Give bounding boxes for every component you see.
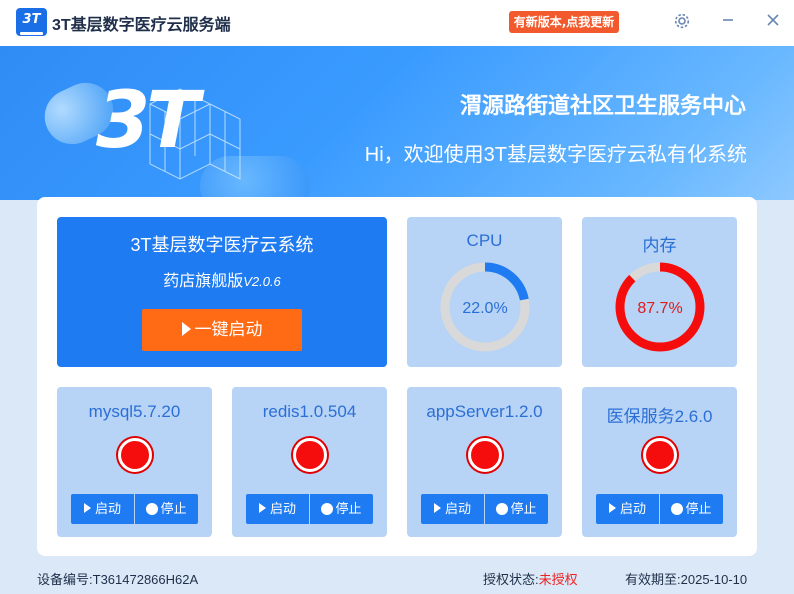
service-controls: 启动 停止 <box>71 494 198 524</box>
cpu-gauge-panel: CPU 22.0% <box>407 217 562 367</box>
device-id: 设备编号:T361472866H62A <box>37 569 198 588</box>
close-icon[interactable] <box>763 12 783 32</box>
minimize-icon[interactable] <box>718 12 738 32</box>
license-label: 授权状态: <box>483 572 539 587</box>
stop-label: 停止 <box>160 501 187 516</box>
start-button[interactable]: 启动 <box>421 494 484 524</box>
play-icon <box>258 503 266 513</box>
play-icon <box>83 503 91 513</box>
stop-icon <box>671 503 684 515</box>
start-button[interactable]: 启动 <box>596 494 659 524</box>
version-label: V2.0.6 <box>243 274 281 289</box>
edition-name: 药店旗舰版 <box>163 273 244 290</box>
service-name: redis1.0.504 <box>262 402 357 421</box>
title-bar: 3T 3T基层数字医疗云服务端 有新版本,点我更新 <box>0 0 794 46</box>
service-name: 医保服务2.6.0 <box>606 407 713 426</box>
expiry-label: 有效期至: <box>625 572 681 587</box>
expiry-date-value: 2025-10-10 <box>680 572 748 587</box>
play-icon <box>433 503 441 513</box>
stop-button[interactable]: 停止 <box>485 494 548 524</box>
license-status-value: 未授权 <box>538 572 578 587</box>
gauge-value: 22.0% <box>462 300 507 317</box>
stop-icon <box>321 503 334 515</box>
stop-icon <box>146 503 159 515</box>
cpu-gauge: 22.0% <box>440 262 530 352</box>
gauge-label: CPU <box>466 231 503 250</box>
stop-icon <box>496 503 509 515</box>
start-label: 启动 <box>94 501 121 516</box>
status-indicator <box>643 438 677 472</box>
launch-panel: 3T基层数字医疗云系统 药店旗舰版V2.0.6 一键启动 <box>57 217 387 367</box>
one-click-start-button[interactable]: 一键启动 <box>142 309 302 351</box>
gauge-value: 87.7% <box>637 300 682 317</box>
start-button[interactable]: 启动 <box>71 494 134 524</box>
center-name: 渭源路街道社区卫生服务中心 <box>459 93 746 118</box>
edition-label: 药店旗舰版V2.0.6 <box>57 267 387 291</box>
start-label: 启动 <box>444 501 471 516</box>
service-panel-redis: redis1.0.504 启动 停止 <box>232 387 387 537</box>
expiry-date: 有效期至:2025-10-10 <box>625 569 747 588</box>
start-label: 启动 <box>619 501 646 516</box>
play-icon <box>181 322 191 336</box>
stop-button[interactable]: 停止 <box>135 494 198 524</box>
app-logo: 3T <box>16 8 47 36</box>
system-name: 3T基层数字医疗云系统 <box>130 235 314 255</box>
start-button[interactable]: 启动 <box>246 494 309 524</box>
device-label: 设备编号: <box>37 572 93 587</box>
service-panel-medical-insurance: 医保服务2.6.0 启动 停止 <box>582 387 737 537</box>
stop-label: 停止 <box>335 501 362 516</box>
service-name: mysql5.7.20 <box>88 402 181 421</box>
play-icon <box>608 503 616 513</box>
stop-label: 停止 <box>685 501 712 516</box>
status-indicator <box>118 438 152 472</box>
welcome-message: Hi，欢迎使用3T基层数字医疗云私有化系统 <box>364 144 747 166</box>
memory-gauge-panel: 内存 87.7% <box>582 217 737 367</box>
update-button[interactable]: 有新版本,点我更新 <box>509 11 619 33</box>
service-controls: 启动 停止 <box>596 494 723 524</box>
device-id-value: T361472866H62A <box>92 572 199 587</box>
stop-button[interactable]: 停止 <box>660 494 723 524</box>
stop-label: 停止 <box>510 501 537 516</box>
service-name: appServer1.2.0 <box>426 402 543 421</box>
service-controls: 启动 停止 <box>421 494 548 524</box>
service-panel-mysql: mysql5.7.20 启动 停止 <box>57 387 212 537</box>
memory-gauge: 87.7% <box>615 262 705 352</box>
hero-logo: 3T <box>96 76 200 166</box>
service-panel-appserver: appServer1.2.0 启动 停止 <box>407 387 562 537</box>
start-label: 启动 <box>269 501 296 516</box>
gear-icon[interactable] <box>672 12 692 32</box>
stop-button[interactable]: 停止 <box>310 494 373 524</box>
service-controls: 启动 停止 <box>246 494 373 524</box>
status-indicator <box>468 438 502 472</box>
start-button-label: 一键启动 <box>194 320 263 339</box>
license-status: 授权状态:未授权 <box>483 569 578 588</box>
app-title: 3T基层数字医疗云服务端 <box>52 17 231 34</box>
gauge-label: 内存 <box>642 236 677 255</box>
status-indicator <box>293 438 327 472</box>
